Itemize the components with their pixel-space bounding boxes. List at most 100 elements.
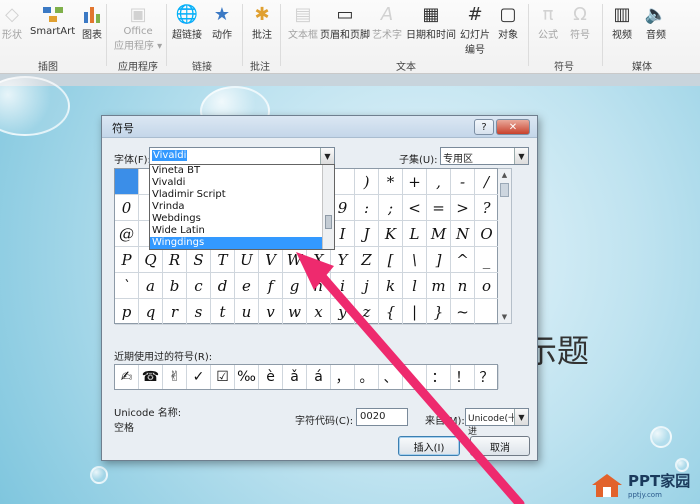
- audio-button[interactable]: 🔈 音频: [644, 2, 668, 42]
- symbol-cell[interactable]: U: [235, 247, 259, 273]
- object-button[interactable]: ▢ 对象: [496, 2, 520, 42]
- symbol-cell[interactable]: <: [403, 195, 427, 221]
- recent-symbol-cell[interactable]: ；: [403, 365, 427, 389]
- symbol-cell[interactable]: ): [355, 169, 379, 195]
- symbol-cell[interactable]: :: [355, 195, 379, 221]
- char-code-field[interactable]: 0020: [356, 408, 408, 426]
- symbol-cell[interactable]: z: [355, 299, 379, 325]
- cancel-button[interactable]: 取消: [470, 436, 530, 456]
- symbol-cell[interactable]: ]: [427, 247, 451, 273]
- symbol-cell[interactable]: >: [451, 195, 475, 221]
- recent-symbol-cell[interactable]: ！: [451, 365, 475, 389]
- symbol-cell[interactable]: c: [187, 273, 211, 299]
- equation-button[interactable]: π 公式: [536, 2, 560, 42]
- symbol-cell[interactable]: h: [307, 273, 331, 299]
- dialog-titlebar[interactable]: 符号 ? ✕: [102, 116, 537, 138]
- symbol-cell[interactable]: Y: [331, 247, 355, 273]
- symbol-cell[interactable]: ?: [475, 195, 499, 221]
- recent-symbol-cell[interactable]: á: [307, 365, 331, 389]
- slide-number-button[interactable]: # 幻灯片 编号: [460, 2, 490, 57]
- symbol-cell[interactable]: ;: [379, 195, 403, 221]
- font-list-item[interactable]: Vineta BT: [150, 165, 334, 177]
- recent-symbol-cell[interactable]: ☑: [211, 365, 235, 389]
- chevron-down-icon[interactable]: ▼: [320, 148, 334, 164]
- chevron-down-icon[interactable]: ▼: [514, 148, 528, 164]
- symbol-cell[interactable]: g: [283, 273, 307, 299]
- symbol-cell[interactable]: Q: [139, 247, 163, 273]
- recent-symbols-grid[interactable]: ✍ ☎ ✌ ✓ ☑ ‰ è ǎ á，。、；：！？: [114, 364, 499, 390]
- symbol-cell[interactable]: q: [139, 299, 163, 325]
- video-button[interactable]: ▥ 视频: [610, 2, 634, 42]
- symbol-cell[interactable]: W: [283, 247, 307, 273]
- scroll-thumb[interactable]: [500, 183, 509, 197]
- scroll-up-icon[interactable]: ▲: [498, 169, 511, 181]
- symbol-cell[interactable]: /: [475, 169, 499, 195]
- symbol-cell[interactable]: N: [451, 221, 475, 247]
- symbol-cell[interactable]: `: [115, 273, 139, 299]
- symbol-cell[interactable]: V: [259, 247, 283, 273]
- symbol-cell[interactable]: |: [403, 299, 427, 325]
- symbol-cell[interactable]: ^: [451, 247, 475, 273]
- symbol-cell[interactable]: =: [427, 195, 451, 221]
- recent-symbol-cell[interactable]: ：: [427, 365, 451, 389]
- close-button[interactable]: ✕: [496, 119, 530, 135]
- symbol-cell[interactable]: j: [355, 273, 379, 299]
- symbol-cell[interactable]: n: [451, 273, 475, 299]
- textbox-button[interactable]: ▤ 文本框: [288, 2, 318, 42]
- recent-symbol-cell[interactable]: è: [259, 365, 283, 389]
- recent-symbol-cell[interactable]: ☎: [139, 365, 163, 389]
- symbol-cell[interactable]: \: [403, 247, 427, 273]
- symbol-cell[interactable]: _: [475, 247, 499, 273]
- symbol-cell[interactable]: l: [403, 273, 427, 299]
- symbol-cell[interactable]: M: [427, 221, 451, 247]
- symbol-cell[interactable]: a: [139, 273, 163, 299]
- symbol-cell[interactable]: -: [451, 169, 475, 195]
- chart-button[interactable]: 图表: [80, 2, 104, 41]
- symbol-cell[interactable]: i: [331, 273, 355, 299]
- symbol-cell[interactable]: u: [235, 299, 259, 325]
- help-button[interactable]: ?: [474, 119, 494, 135]
- chevron-down-icon[interactable]: ▼: [514, 409, 528, 425]
- symbol-cell[interactable]: ~: [451, 299, 475, 325]
- symbol-cell[interactable]: o: [475, 273, 499, 299]
- subset-combobox[interactable]: 专用区 ▼: [440, 147, 529, 165]
- symbol-button[interactable]: Ω 符号: [568, 2, 592, 42]
- scroll-down-icon[interactable]: ▼: [498, 311, 511, 323]
- recent-symbol-cell[interactable]: ǎ: [283, 365, 307, 389]
- symbol-cell[interactable]: K: [379, 221, 403, 247]
- comment-button[interactable]: ✱ 批注: [250, 2, 274, 42]
- recent-symbol-cell[interactable]: ✓: [187, 365, 211, 389]
- symbol-cell[interactable]: *: [379, 169, 403, 195]
- insert-button[interactable]: 插入(I): [398, 436, 460, 456]
- date-time-button[interactable]: ▦ 日期和时间: [406, 2, 456, 42]
- symbol-cell[interactable]: S: [187, 247, 211, 273]
- symbol-cell[interactable]: 0: [115, 195, 139, 221]
- symbol-cell[interactable]: x: [307, 299, 331, 325]
- wordart-button[interactable]: A 艺术字: [372, 2, 402, 42]
- header-footer-button[interactable]: ▭ 页眉和页脚: [320, 2, 370, 42]
- font-dropdown-list[interactable]: Vineta BT Vivaldi Vladimir Script Vrinda Web…: [149, 164, 335, 250]
- symbol-cell[interactable]: d: [211, 273, 235, 299]
- symbol-cell[interactable]: [115, 169, 139, 195]
- action-button[interactable]: ★ 动作: [210, 2, 234, 42]
- symbol-cell[interactable]: L: [403, 221, 427, 247]
- recent-symbol-cell[interactable]: ，: [331, 365, 355, 389]
- symbol-cell[interactable]: J: [355, 221, 379, 247]
- scroll-thumb[interactable]: [325, 215, 332, 229]
- recent-symbol-cell[interactable]: 、: [379, 365, 403, 389]
- symbol-cell[interactable]: ,: [427, 169, 451, 195]
- recent-symbol-cell[interactable]: ✌: [163, 365, 187, 389]
- symbol-cell[interactable]: k: [379, 273, 403, 299]
- symbol-cell[interactable]: R: [163, 247, 187, 273]
- font-list-item[interactable]: Vrinda: [150, 201, 334, 213]
- symbol-cell[interactable]: +: [403, 169, 427, 195]
- font-list-item[interactable]: Vivaldi: [150, 177, 334, 189]
- symbol-cell[interactable]: f: [259, 273, 283, 299]
- symbol-cell[interactable]: [: [379, 247, 403, 273]
- symbol-cell[interactable]: r: [163, 299, 187, 325]
- symbol-cell[interactable]: [475, 299, 499, 325]
- recent-symbol-cell[interactable]: 。: [355, 365, 379, 389]
- font-list-item[interactable]: Wingdings: [150, 237, 334, 249]
- symbol-cell[interactable]: y: [331, 299, 355, 325]
- font-list-item[interactable]: Wide Latin: [150, 225, 334, 237]
